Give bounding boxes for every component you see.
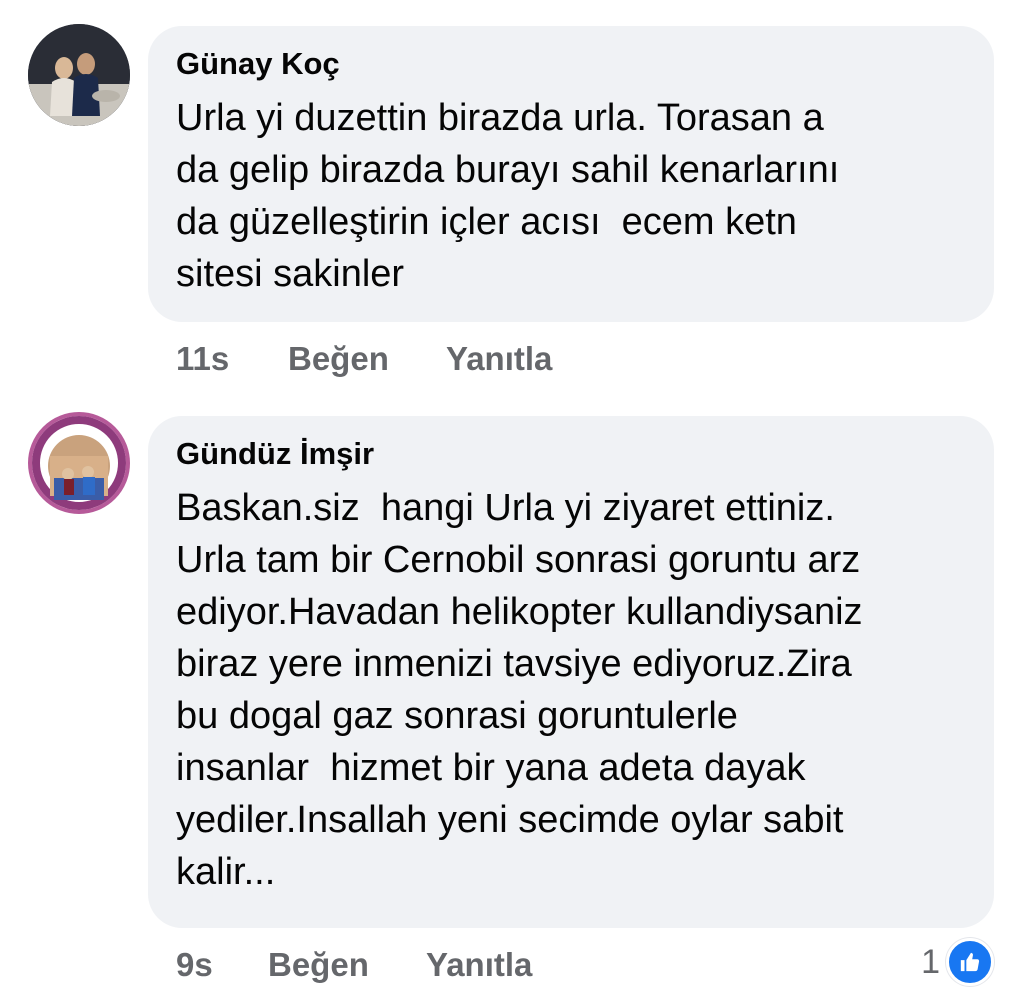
profile-photo: [28, 24, 130, 126]
comment-text: Baskan.siz hangi Urla yi ziyaret ettiniz…: [176, 487, 863, 893]
like-button[interactable]: Beğen: [288, 340, 389, 378]
like-icon: [946, 938, 994, 986]
comment-bubble: Günay Koç Urla yi duzettin birazda urla.…: [148, 26, 994, 322]
comment-actions: 11s Beğen Yanıtla: [0, 340, 1024, 384]
comment-author[interactable]: Günay Koç: [176, 46, 340, 82]
comment-actions: 9s Beğen Yanıtla: [0, 946, 1024, 990]
profile-photo: [32, 416, 126, 510]
comment-time[interactable]: 9s: [176, 946, 213, 984]
avatar[interactable]: [28, 412, 130, 514]
comment-author[interactable]: Gündüz İmşir: [176, 436, 374, 472]
comment-time[interactable]: 11s: [176, 340, 229, 378]
reply-button[interactable]: Yanıtla: [426, 946, 532, 984]
reaction-summary[interactable]: 1: [921, 938, 994, 986]
comment-text: Urla yi duzettin birazda urla. Torasan a…: [176, 97, 840, 295]
avatar[interactable]: [28, 24, 130, 126]
comment-bubble: Gündüz İmşir Baskan.siz hangi Urla yi zi…: [148, 416, 994, 928]
thumbs-up-icon: [960, 952, 980, 972]
reaction-count: 1: [921, 942, 940, 981]
like-button[interactable]: Beğen: [268, 946, 369, 984]
reply-button[interactable]: Yanıtla: [446, 340, 552, 378]
